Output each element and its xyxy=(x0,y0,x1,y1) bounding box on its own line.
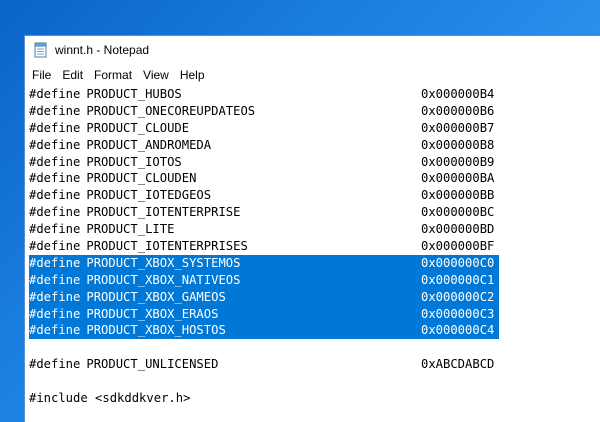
code-line: #define PRODUCT_ONECOREUPDATEOS 0x000000B6 xyxy=(29,103,495,118)
code-line-selected: #define PRODUCT_XBOX_HOSTOS 0x000000C4 xyxy=(29,322,499,340)
code-line-selected: #define PRODUCT_XBOX_NATIVEOS 0x000000C1 xyxy=(29,271,499,289)
menu-help[interactable]: Help xyxy=(175,66,210,84)
code-line-selected: #define PRODUCT_XBOX_GAMEOS 0x000000C2 xyxy=(29,288,499,306)
menu-edit[interactable]: Edit xyxy=(57,66,88,84)
window-title: winnt.h - Notepad xyxy=(55,43,150,57)
code-line: #define PRODUCT_CLOUDE 0x000000B7 xyxy=(29,120,495,135)
menu-file[interactable]: File xyxy=(27,66,56,84)
notepad-icon xyxy=(34,42,48,58)
code-line: #define PRODUCT_CLOUDEN 0x000000BA xyxy=(29,171,495,186)
code-line: #define PRODUCT_IOTEDGEOS 0x000000BB xyxy=(29,188,495,203)
code-line: #define PRODUCT_IOTENTERPRISE 0x000000BC xyxy=(29,205,495,220)
text-editor[interactable]: #define PRODUCT_HUBOS 0x000000B4 #define PR… xyxy=(25,86,600,422)
code-line-selected: #define PRODUCT_XBOX_SYSTEMOS 0x000000C0 xyxy=(29,254,499,272)
code-line: #define PRODUCT_IOTOS 0x000000B9 xyxy=(29,154,495,169)
menu-view[interactable]: View xyxy=(138,66,174,84)
menu-format[interactable]: Format xyxy=(89,66,137,84)
code-line: #define PRODUCT_ANDROMEDA 0x000000B8 xyxy=(29,137,495,152)
code-line: #define PRODUCT_LITE 0x000000BD xyxy=(29,222,495,237)
notepad-window: winnt.h - Notepad File Edit Format View … xyxy=(24,35,600,422)
code-line: #define PRODUCT_IOTENTERPRISES 0x000000BF xyxy=(29,239,495,254)
title-bar[interactable]: winnt.h - Notepad xyxy=(25,36,600,64)
code-line: #define PRODUCT_UNLICENSED 0xABCDABCD xyxy=(29,357,495,372)
code-line-selected: #define PRODUCT_XBOX_ERAOS 0x000000C3 xyxy=(29,305,499,323)
code-line: #define PRODUCT_HUBOS 0x000000B4 xyxy=(29,87,495,101)
include-line: #include <sdkddkver.h> xyxy=(29,391,191,406)
menu-bar: File Edit Format View Help xyxy=(25,64,600,86)
